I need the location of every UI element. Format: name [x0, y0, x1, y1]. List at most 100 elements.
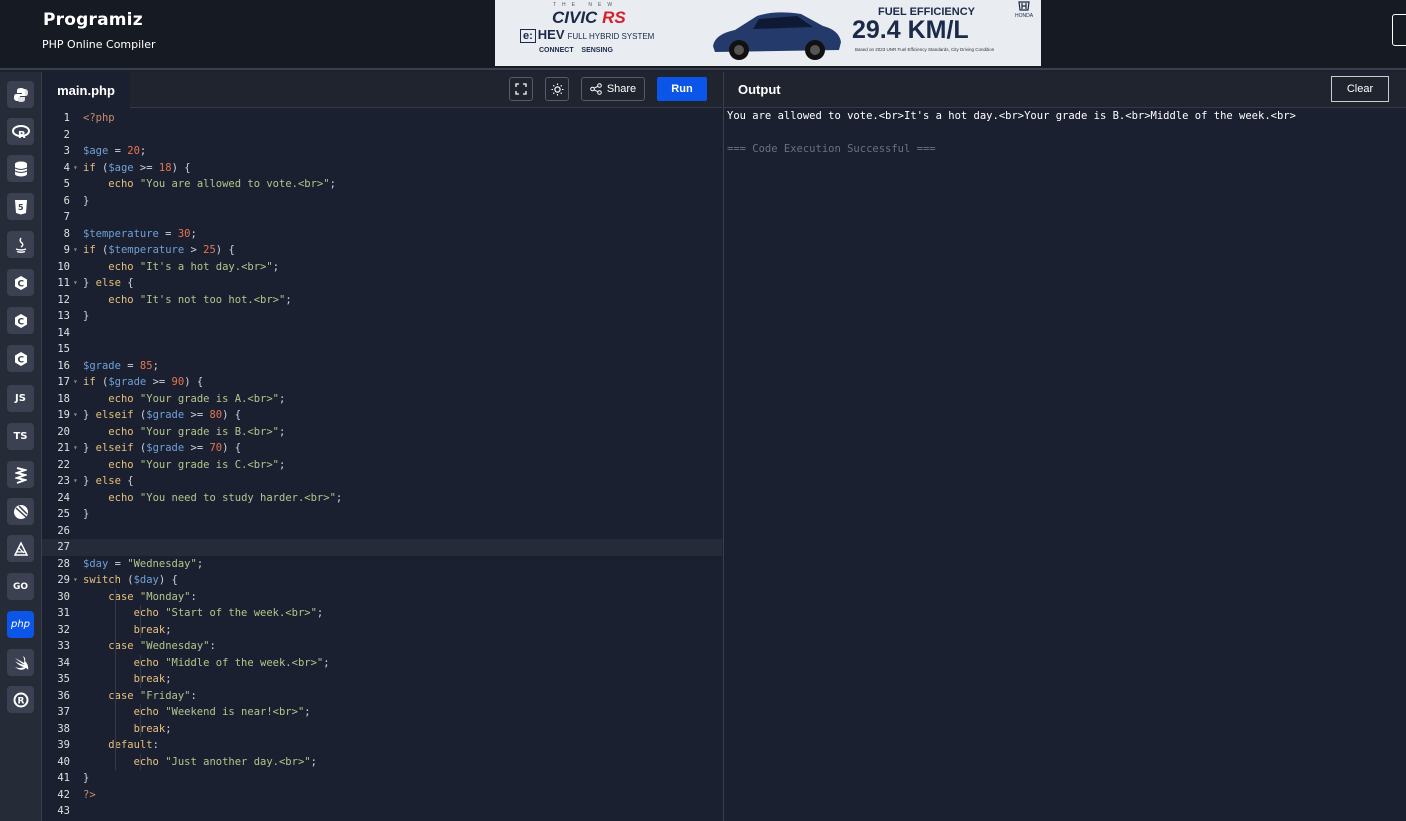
- code-line[interactable]: 26: [42, 523, 722, 540]
- output-title: Output: [738, 82, 781, 97]
- tab-main-php[interactable]: main.php: [42, 72, 130, 108]
- code-line[interactable]: 1 <?php: [42, 110, 722, 127]
- fold-arrow-icon[interactable]: ▾: [73, 160, 78, 177]
- fullscreen-icon: [515, 83, 527, 95]
- code-line[interactable]: 37 echo "Weekend is near!<br>";: [42, 704, 722, 721]
- ad-model-suffix: RS: [602, 8, 626, 27]
- code-line[interactable]: 12 echo "It's not too hot.<br>";: [42, 292, 722, 309]
- code-line[interactable]: 18 echo "Your grade is A.<br>";: [42, 391, 722, 408]
- dart-icon[interactable]: [7, 535, 34, 562]
- code-line[interactable]: 33 case "Wednesday":: [42, 638, 722, 655]
- code-line[interactable]: 29 ▾ switch ($day) {: [42, 572, 722, 589]
- code-line[interactable]: 19 ▾} elseif ($grade >= 80) {: [42, 407, 722, 424]
- code-text: $age = 20;: [83, 145, 147, 157]
- run-button[interactable]: Run: [657, 77, 707, 101]
- code-line[interactable]: 43: [42, 803, 722, 820]
- fold-arrow-icon[interactable]: ▾: [73, 572, 78, 589]
- code-line[interactable]: 35 break;: [42, 671, 722, 688]
- swift-icon[interactable]: [7, 649, 34, 676]
- clear-button[interactable]: Clear: [1331, 76, 1389, 102]
- code-line[interactable]: 9 ▾ if ($temperature > 25) {: [42, 242, 722, 259]
- line-number: 23: [57, 475, 70, 487]
- line-number: 20: [57, 425, 70, 438]
- rust-icon[interactable]: R: [7, 686, 34, 713]
- csharp-icon[interactable]: C: [7, 345, 34, 372]
- typescript-icon[interactable]: TS: [7, 423, 34, 450]
- code-line[interactable]: 39 default:: [42, 737, 722, 754]
- c-icon[interactable]: C: [7, 269, 34, 296]
- code-line[interactable]: 4 ▾ if ($age >= 18) {: [42, 160, 722, 177]
- code-line[interactable]: 7: [42, 209, 722, 226]
- theme-toggle-button[interactable]: [545, 77, 569, 101]
- code-line[interactable]: 38 break;: [42, 721, 722, 738]
- account-button[interactable]: [1392, 14, 1406, 46]
- cpp-icon[interactable]: C: [7, 307, 34, 334]
- kotlin-icon[interactable]: [7, 498, 34, 525]
- code-line[interactable]: 6}: [42, 193, 722, 210]
- html5-icon[interactable]: 5: [7, 193, 34, 220]
- code-text: <?php: [83, 112, 115, 124]
- code-line[interactable]: 22 echo "Your grade is C.<br>";: [42, 457, 722, 474]
- code-line[interactable]: 16 $grade = 85;: [42, 358, 722, 375]
- share-button[interactable]: Share: [581, 77, 645, 101]
- fold-arrow-icon[interactable]: ▾: [73, 473, 78, 490]
- line-number: 18: [57, 392, 70, 405]
- line-number: 1: [63, 112, 70, 124]
- ad-connect: CONNECT: [539, 47, 574, 54]
- code-line[interactable]: 41}: [42, 770, 722, 787]
- code-line[interactable]: 27: [42, 539, 722, 556]
- r-icon[interactable]: R: [7, 118, 34, 145]
- code-line[interactable]: 10 echo "It's a hot day.<br>";: [42, 259, 722, 276]
- code-line[interactable]: 3 $age = 20;: [42, 143, 722, 160]
- java-icon[interactable]: [7, 231, 34, 258]
- fold-arrow-icon[interactable]: ▾: [73, 374, 78, 391]
- honda-logo-icon: [1018, 1, 1030, 11]
- fold-arrow-icon[interactable]: ▾: [73, 275, 78, 292]
- code-line[interactable]: 13}: [42, 308, 722, 325]
- fold-arrow-icon[interactable]: ▾: [73, 407, 78, 424]
- code-text: if ($temperature > 25) {: [83, 244, 235, 256]
- code-line[interactable]: 24 echo "You need to study harder.<br>";: [42, 490, 722, 507]
- code-text: }: [83, 772, 90, 784]
- php-icon[interactable]: php: [7, 611, 34, 638]
- code-line[interactable]: 32 break;: [42, 622, 722, 639]
- javascript-icon[interactable]: JS: [7, 385, 34, 412]
- code-line[interactable]: 25}: [42, 506, 722, 523]
- output-toolbar: Output Clear: [724, 72, 1406, 108]
- code-line[interactable]: 34 echo "Middle of the week.<br>";: [42, 655, 722, 672]
- code-line[interactable]: 8 $temperature = 30;: [42, 226, 722, 243]
- code-line[interactable]: 5 echo "You are allowed to vote.<br>";: [42, 176, 722, 193]
- line-number: 24: [57, 491, 70, 504]
- python-icon[interactable]: [7, 81, 34, 108]
- code-line[interactable]: 28 $day = "Wednesday";: [42, 556, 722, 573]
- code-line[interactable]: 31 echo "Start of the week.<br>";: [42, 605, 722, 622]
- code-line[interactable]: 11 ▾} else {: [42, 275, 722, 292]
- code-area[interactable]: 1 <?php 2 3 $age = 20; 4 ▾ if ($age >= 18) {5 e…: [42, 108, 722, 821]
- code-line[interactable]: 15: [42, 341, 722, 358]
- code-line[interactable]: 42 ?>: [42, 787, 722, 804]
- code-line[interactable]: 40 echo "Just another day.<br>";: [42, 754, 722, 771]
- code-line[interactable]: 30 case "Monday":: [42, 589, 722, 606]
- fold-arrow-icon[interactable]: ▾: [73, 242, 78, 259]
- code-line[interactable]: 17 ▾ if ($grade >= 90) {: [42, 374, 722, 391]
- typescript-label: TS: [13, 431, 28, 442]
- code-text: case "Wednesday":: [108, 640, 216, 652]
- go-script-icon[interactable]: [7, 461, 34, 488]
- code-line[interactable]: 14: [42, 325, 722, 342]
- fold-arrow-icon[interactable]: ▾: [73, 440, 78, 457]
- ad-banner[interactable]: THE NEW CIVIC RS e: HEV FULL HYBRID SYSTEM…: [495, 0, 1041, 66]
- fullscreen-button[interactable]: [509, 77, 533, 101]
- code-line[interactable]: 20 echo "Your grade is B.<br>";: [42, 424, 722, 441]
- code-line[interactable]: 23 ▾} else {: [42, 473, 722, 490]
- indent-guide: [140, 704, 141, 737]
- code-line[interactable]: 21 ▾} elseif ($grade >= 70) {: [42, 440, 722, 457]
- programiz-logo[interactable]: Programiz: [43, 10, 143, 30]
- code-text: echo "You are allowed to vote.<br>";: [108, 178, 336, 190]
- sql-database-icon[interactable]: [7, 155, 34, 182]
- code-text: } elseif ($grade >= 80) {: [83, 409, 242, 421]
- code-line[interactable]: 36 case "Friday":: [42, 688, 722, 705]
- code-line[interactable]: 2: [42, 127, 722, 144]
- go-icon[interactable]: GO: [7, 573, 34, 600]
- line-number: 21: [57, 442, 70, 454]
- line-number: 28: [57, 557, 70, 570]
